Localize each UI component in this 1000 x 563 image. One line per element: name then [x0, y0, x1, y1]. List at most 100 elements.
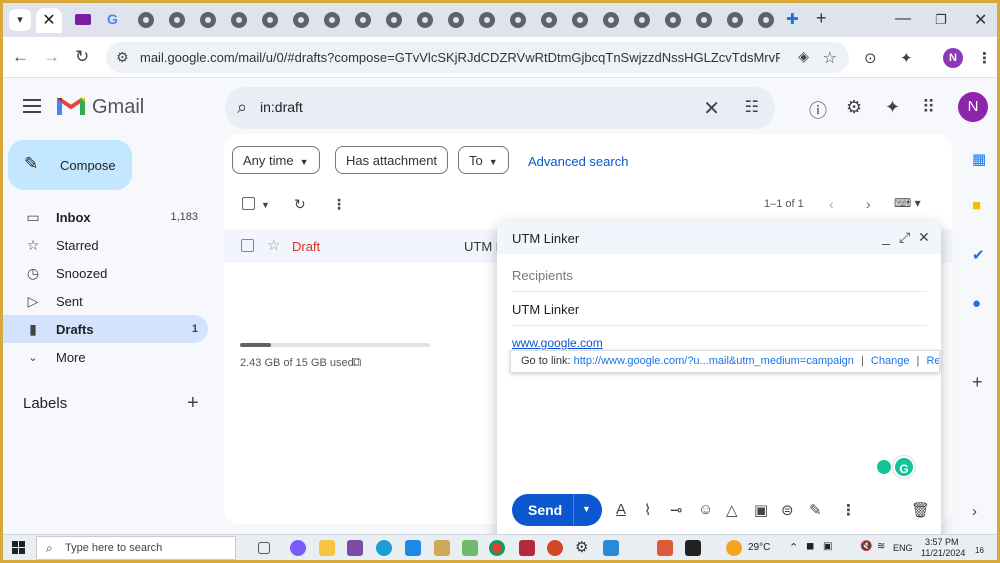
media-app-icon[interactable]: [519, 540, 535, 556]
clock-date[interactable]: 11/21/2024: [921, 548, 965, 558]
chrome-tab-icon[interactable]: [355, 12, 371, 28]
discard-trash-icon[interactable]: 🗑: [911, 501, 930, 519]
forward-icon[interactable]: →: [43, 47, 60, 67]
terminal-icon[interactable]: [685, 540, 701, 556]
google-tab-icon[interactable]: G: [107, 11, 123, 27]
filter-any-time[interactable]: Any time ▼: [232, 146, 320, 174]
new-tab-button[interactable]: +: [816, 8, 827, 29]
grammarly-icon[interactable]: G: [893, 456, 915, 478]
chrome-tab-icon[interactable]: [324, 12, 340, 28]
clear-search-icon[interactable]: ✕: [703, 96, 720, 121]
active-tab-close-icon[interactable]: ✕: [36, 8, 62, 33]
compose-button[interactable]: ✎ Compose: [8, 140, 132, 190]
formatting-icon[interactable]: A: [616, 501, 626, 518]
language-indicator[interactable]: ENG: [893, 543, 913, 553]
photo-icon[interactable]: ▣: [754, 501, 768, 519]
chrome-tab-icon[interactable]: [665, 12, 681, 28]
back-icon[interactable]: ←: [12, 47, 29, 67]
select-dropdown-icon[interactable]: ▼: [261, 200, 270, 210]
site-info-icon[interactable]: ⚙: [116, 49, 129, 66]
sidebar-item-drafts[interactable]: ▮ Drafts 1: [3, 315, 208, 343]
weather-temperature[interactable]: 29°C: [748, 542, 770, 553]
file-explorer-icon[interactable]: [319, 540, 335, 556]
search-options-icon[interactable]: ☷: [745, 97, 759, 117]
minimize-icon[interactable]: —: [895, 10, 911, 28]
attach-icon[interactable]: ⌇: [644, 501, 651, 519]
filter-to[interactable]: To ▼: [458, 146, 509, 174]
chrome-tab-icon[interactable]: [479, 12, 495, 28]
search-icon[interactable]: ⌕: [237, 97, 247, 118]
compose-header[interactable]: UTM Linker _ ⤢ ✕: [497, 222, 941, 254]
sidebar-item-starred[interactable]: ☆ Starred: [3, 231, 208, 259]
sidebar-item-more[interactable]: ⌄ More: [3, 343, 208, 371]
snipping-icon[interactable]: [657, 540, 673, 556]
chrome-icon[interactable]: [489, 540, 505, 556]
link-popup-url[interactable]: http://www.google.com/?u...mail&utm_medi…: [574, 355, 854, 367]
extensions-icon[interactable]: ✦: [900, 49, 913, 67]
reload-icon[interactable]: ↻: [75, 47, 89, 67]
browser-menu-icon[interactable]: ⋮: [977, 49, 992, 67]
insert-link-icon[interactable]: ⊸: [670, 501, 683, 519]
chrome-tab-icon[interactable]: [572, 12, 588, 28]
add-label-icon[interactable]: +: [187, 392, 199, 415]
gmail-tab-icon[interactable]: [75, 14, 91, 25]
settings-gear-icon[interactable]: ⚙: [846, 97, 862, 118]
tray-chevron-icon[interactable]: ⌃: [789, 541, 798, 554]
notification-badge[interactable]: 16: [975, 546, 984, 555]
chrome-tab-icon[interactable]: [417, 12, 433, 28]
chrome-tab-icon[interactable]: [262, 12, 278, 28]
tab-search-dropdown[interactable]: ▾: [9, 9, 31, 31]
select-all-checkbox[interactable]: [242, 197, 255, 210]
bookmark-star-icon[interactable]: ☆: [823, 48, 837, 68]
confidential-lock-icon[interactable]: ⊜: [781, 501, 794, 519]
copilot-icon[interactable]: [290, 540, 306, 556]
taskbar-search-input[interactable]: ⌕ Type here to search: [36, 536, 236, 560]
close-compose-icon[interactable]: ✕: [918, 229, 930, 246]
volume-mute-icon[interactable]: 🔇: [860, 541, 872, 552]
wifi-icon[interactable]: ≋: [877, 541, 885, 552]
prev-page-icon[interactable]: ‹: [829, 196, 834, 212]
browser-profile-avatar[interactable]: N: [943, 48, 963, 68]
extension-tab-icon[interactable]: ✚: [786, 10, 802, 28]
search-input[interactable]: in:draft: [260, 99, 303, 115]
minimize-compose-icon[interactable]: _: [882, 229, 890, 245]
url-text[interactable]: mail.google.com/mail/u/0/#drafts?compose…: [140, 50, 780, 65]
camera-icon[interactable]: ⊙: [864, 49, 877, 67]
advanced-search-link[interactable]: Advanced search: [528, 154, 628, 169]
chrome-tab-icon[interactable]: [293, 12, 309, 28]
expand-panel-icon[interactable]: ›: [972, 503, 977, 520]
drive-icon[interactable]: △: [726, 501, 738, 519]
chrome-tab-icon[interactable]: [386, 12, 402, 28]
remote-desktop-icon[interactable]: [603, 540, 619, 556]
notepad-icon[interactable]: [462, 540, 478, 556]
edge-icon[interactable]: [376, 540, 392, 556]
chrome-tab-icon[interactable]: [603, 12, 619, 28]
contacts-icon[interactable]: ●: [972, 295, 981, 312]
sidebar-item-sent[interactable]: ▷ Sent: [3, 287, 208, 315]
chrome-tab-icon[interactable]: [758, 12, 774, 28]
account-avatar[interactable]: N: [958, 92, 988, 122]
vscode-icon[interactable]: [405, 540, 421, 556]
chrome-tab-icon[interactable]: [634, 12, 650, 28]
main-menu-icon[interactable]: [23, 99, 41, 117]
chrome-tab-icon[interactable]: [727, 12, 743, 28]
privacy-icon[interactable]: ◈: [798, 48, 809, 65]
address-bar[interactable]: ⚙ mail.google.com/mail/u/0/#drafts?compo…: [106, 42, 849, 73]
next-page-icon[interactable]: ›: [866, 196, 871, 212]
send-button[interactable]: Send ▼: [512, 494, 602, 526]
paint-icon[interactable]: [434, 540, 450, 556]
get-addons-icon[interactable]: +: [972, 372, 983, 393]
chrome-tab-icon[interactable]: [138, 12, 154, 28]
mail-search-bar[interactable]: ⌕ in:draft ✕ ☷: [225, 87, 775, 129]
remove-link-button[interactable]: Remove: [926, 355, 939, 367]
chrome-tab-icon[interactable]: [169, 12, 185, 28]
chrome-tab-icon[interactable]: [200, 12, 216, 28]
tray-icon[interactable]: ▣: [823, 541, 832, 552]
keep-icon[interactable]: ■: [972, 197, 981, 214]
emoji-icon[interactable]: ☺: [698, 501, 713, 518]
gemini-sparkle-icon[interactable]: ✦: [885, 97, 900, 118]
more-compose-options-icon[interactable]: ⋮: [841, 501, 856, 519]
grammarly-suggestion-icon[interactable]: [877, 460, 891, 474]
help-icon[interactable]: ⓘ: [809, 97, 827, 123]
change-link-button[interactable]: Change: [871, 355, 910, 367]
